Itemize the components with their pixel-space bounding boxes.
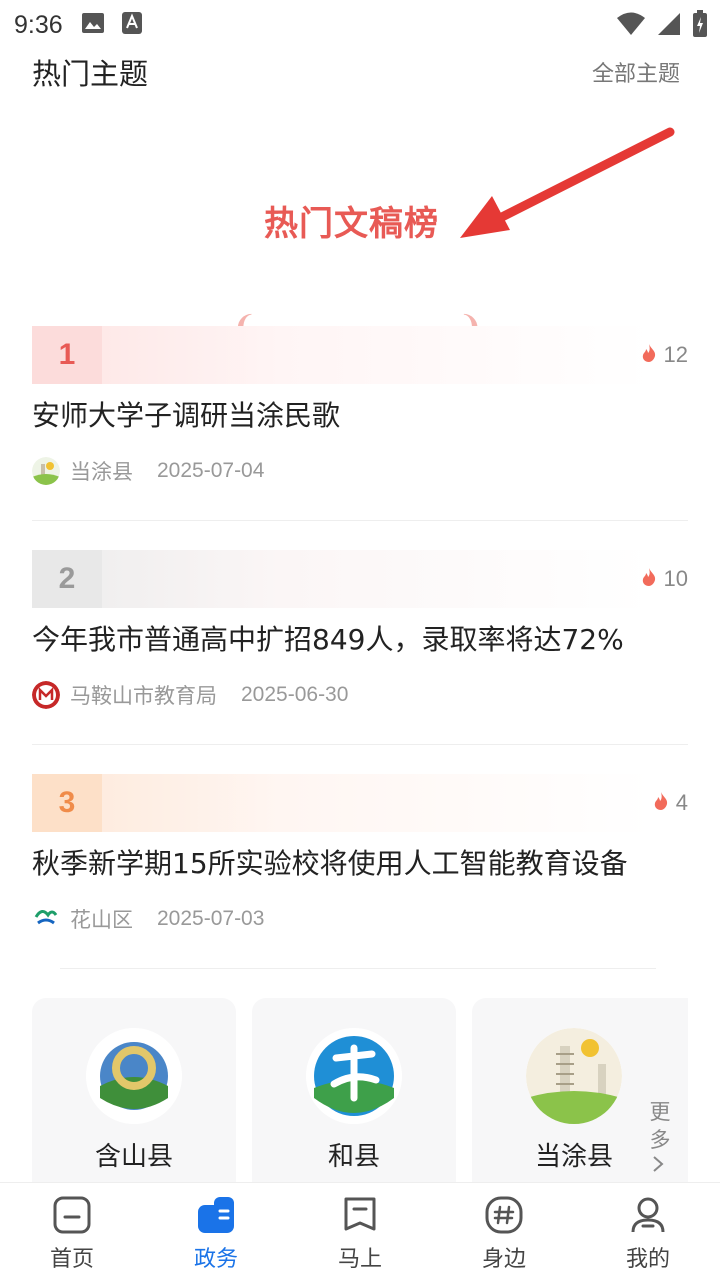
region-card[interactable]: 和县 (252, 998, 456, 1184)
source-avatar (32, 681, 60, 709)
heat-count: 12 (642, 342, 688, 368)
publish-date: 2025-07-04 (157, 459, 265, 482)
tab-label: 身边 (481, 1247, 526, 1272)
ranking-item-3[interactable]: 3 4 秋季新学期15所实验校将使用人工智能教育设备 花山区 2025-07-0… (32, 774, 688, 964)
dangtu-logo-icon (526, 1028, 622, 1124)
tab-label: 首页 (49, 1247, 94, 1272)
article-meta: 当涂县 2025-07-04 (32, 456, 264, 486)
article-title[interactable]: 安师大学子调研当涂民歌 (32, 394, 340, 434)
home-icon (52, 1195, 92, 1235)
region-name: 和县 (327, 1142, 380, 1172)
status-system-icons (616, 10, 708, 42)
divider (32, 520, 688, 521)
hexian-logo-icon (306, 1028, 402, 1124)
article-meta: 花山区 2025-07-03 (32, 904, 264, 934)
tab-label: 政务 (193, 1247, 238, 1272)
region-cards: 含山县 和县 当涂县 更多 (32, 998, 688, 1184)
rank-number: 1 (58, 338, 76, 371)
tab-mashang[interactable]: 马上 (288, 1183, 432, 1280)
article-title[interactable]: 今年我市普通高中扩招849人，录取率将达72% (32, 618, 624, 658)
rank-band (32, 550, 652, 608)
tab-home[interactable]: 首页 (0, 1183, 144, 1280)
red-arrow-icon (460, 127, 675, 238)
heat-value: 4 (675, 790, 688, 815)
fire-icon (642, 342, 656, 368)
fire-icon (642, 566, 656, 592)
source-name: 马鞍山市教育局 (70, 684, 217, 708)
source-name: 当涂县 (70, 460, 133, 484)
hanshan-logo-icon (86, 1028, 182, 1124)
rank-number: 3 (58, 786, 76, 819)
wifi-icon (616, 11, 646, 41)
tab-label: 马上 (337, 1247, 382, 1272)
publish-date: 2025-07-03 (157, 907, 265, 930)
profile-icon (628, 1195, 668, 1235)
fire-icon (654, 790, 668, 816)
banner-title: 热门文稿榜 (264, 204, 439, 244)
chevron-right-icon (650, 1154, 666, 1178)
bookmark-icon (340, 1195, 380, 1235)
heat-count: 10 (642, 566, 688, 592)
heat-value: 10 (663, 566, 688, 591)
source-avatar (32, 905, 60, 933)
more-regions-button[interactable]: 更多 (630, 998, 688, 1184)
tab-government[interactable]: 政务 (144, 1183, 288, 1280)
hashtag-icon (484, 1195, 524, 1235)
signal-icon (656, 11, 682, 41)
rank-badge: 3 (32, 774, 102, 832)
app-notification-icon (121, 11, 143, 39)
article-title[interactable]: 秋季新学期15所实验校将使用人工智能教育设备 (32, 842, 628, 882)
rank-band (32, 326, 652, 384)
battery-icon (692, 10, 708, 42)
divider (60, 968, 656, 969)
rank-number: 2 (58, 562, 76, 595)
status-notification-icons (81, 11, 143, 39)
hot-topics-header: 热门主题 全部主题 (32, 52, 680, 92)
more-label: 更多 (649, 1100, 671, 1152)
all-topics-link[interactable]: 全部主题 (592, 56, 680, 88)
source-avatar (32, 457, 60, 485)
article-meta: 马鞍山市教育局 2025-06-30 (32, 680, 348, 710)
ranking-item-1[interactable]: 1 12 安师大学子调研当涂民歌 当涂县 2025-07-04 (32, 326, 688, 516)
rank-band (32, 774, 652, 832)
tab-nearby[interactable]: 身边 (432, 1183, 576, 1280)
region-card[interactable]: 含山县 (32, 998, 236, 1184)
heat-count: 4 (654, 790, 688, 816)
section-title: 热门主题 (32, 57, 149, 91)
divider (32, 744, 688, 745)
tab-mine[interactable]: 我的 (576, 1183, 720, 1280)
region-name: 含山县 (94, 1142, 173, 1172)
publish-date: 2025-06-30 (241, 683, 349, 706)
image-icon (81, 12, 105, 38)
status-time: 9:36 (14, 10, 63, 39)
tab-label: 我的 (625, 1247, 670, 1272)
rank-badge: 1 (32, 326, 102, 384)
rank-badge: 2 (32, 550, 102, 608)
source-name: 花山区 (70, 908, 133, 932)
government-icon (196, 1195, 236, 1235)
ranking-item-2[interactable]: 2 10 今年我市普通高中扩招849人，录取率将达72% 马鞍山市教育局 202… (32, 550, 688, 740)
bottom-tab-bar: 首页 政务 马上 身边 我的 (0, 1182, 720, 1280)
status-bar: 9:36 (0, 0, 720, 50)
heat-value: 12 (663, 342, 688, 367)
